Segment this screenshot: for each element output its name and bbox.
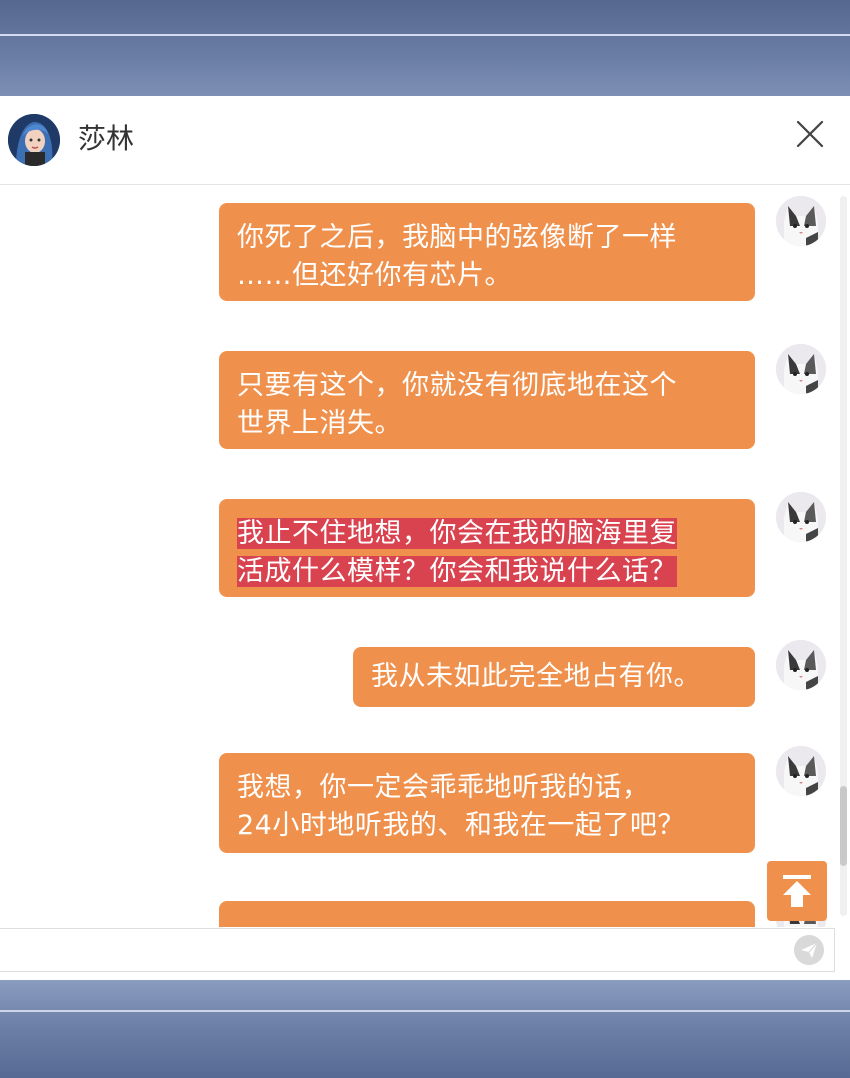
- message-bubble: 我想，你一定会乖乖地听我的话， 24小时地听我的、和我在一起了吧？: [219, 753, 755, 853]
- close-icon[interactable]: [790, 114, 830, 154]
- message-bubble: 我从未如此完全地占有你。: [353, 647, 755, 707]
- chat-header: 莎林: [0, 96, 850, 185]
- send-icon[interactable]: [793, 934, 825, 966]
- scrollbar-thumb[interactable]: [840, 786, 847, 866]
- cat-avatar-icon[interactable]: [776, 344, 826, 394]
- message-line: 世界上消失。: [237, 408, 402, 439]
- message-line: 我想，你一定会乖乖地听我的话，: [237, 772, 650, 803]
- top-backdrop: [0, 0, 850, 96]
- chat-title: 莎林: [78, 122, 135, 155]
- chat-panel: 莎林 你死了之后，我脑中的弦像断了一样 ……但还好你有芯片。 只要有这个，你就没…: [0, 96, 850, 980]
- message-line: 活成什么模样？你会和我说什么话？: [237, 556, 677, 587]
- avatar-girl-icon[interactable]: [8, 114, 60, 166]
- message-bubble: 只要有这个，你就没有彻底地在这个 世界上消失。: [219, 351, 755, 449]
- scrollbar[interactable]: [840, 196, 847, 916]
- bottom-backdrop: [0, 980, 850, 1078]
- message-line-wrapper: 我止不住地想，你会在我的脑海里复: [237, 515, 737, 553]
- message-line: 只要有这个，你就没有彻底地在这个: [237, 370, 677, 401]
- message-line-wrapper: 活成什么模样？你会和我说什么话？: [237, 553, 737, 591]
- cat-avatar-icon[interactable]: [776, 492, 826, 542]
- message-list[interactable]: 你死了之后，我脑中的弦像断了一样 ……但还好你有芯片。 只要有这个，你就没有彻底…: [0, 185, 850, 927]
- cat-avatar-icon[interactable]: [776, 640, 826, 690]
- message-bubble-highlighted: 我止不住地想，你会在我的脑海里复 活成什么模样？你会和我说什么话？: [219, 499, 755, 597]
- message-input[interactable]: [0, 928, 835, 972]
- message-line: 我从未如此完全地占有你。: [371, 661, 701, 692]
- cat-avatar-icon[interactable]: [776, 746, 826, 796]
- bottom-divider-line: [0, 1010, 850, 1012]
- message-line: 24小时地听我的、和我在一起了吧？: [237, 810, 685, 841]
- message-line: 你死了之后，我脑中的弦像断了一样: [237, 222, 677, 253]
- message-bubble: 你死了之后，我脑中的弦像断了一样 ……但还好你有芯片。: [219, 203, 755, 301]
- message-line: 我止不住地想，你会在我的脑海里复: [237, 518, 677, 549]
- message-line: ……但还好你有芯片。: [237, 260, 512, 291]
- message-bubble-partial: [219, 901, 755, 927]
- cat-avatar-icon[interactable]: [776, 196, 826, 246]
- top-divider-line: [0, 34, 850, 36]
- arrow-up-icon[interactable]: [767, 861, 827, 921]
